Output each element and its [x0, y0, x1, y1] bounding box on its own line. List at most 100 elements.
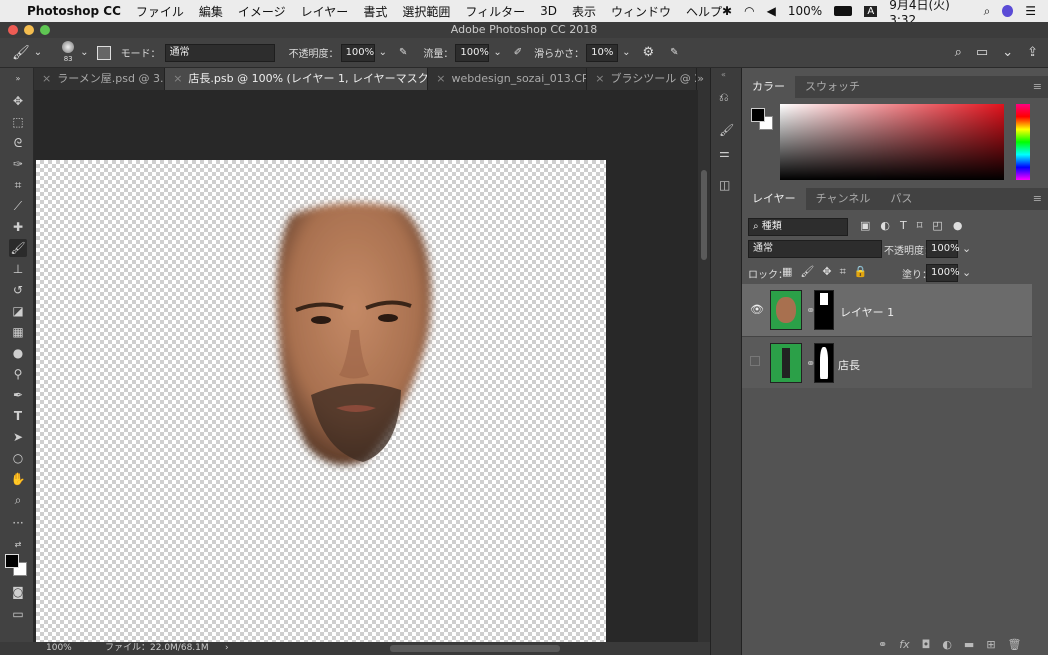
tab-webdesign-cr2[interactable]: × webdesign_sozai_013.CR2: [428, 68, 588, 90]
brush-tool-preset-icon[interactable]: 🖌: [12, 45, 30, 61]
flow-field[interactable]: 100%: [455, 43, 490, 62]
tab-tencho-psb[interactable]: × 店長.psb @ 100% (レイヤー 1, レイヤーマスク/8) *: [165, 68, 429, 90]
path-selection-tool-icon[interactable]: ➤: [9, 428, 27, 446]
collapse-arrows-icon[interactable]: «: [721, 70, 726, 79]
link-layers-icon[interactable]: ⚭: [878, 638, 887, 651]
menu-select[interactable]: 選択範囲: [402, 3, 450, 20]
minimize-window-button[interactable]: [24, 25, 34, 35]
notification-center-icon[interactable]: ☰: [1025, 4, 1036, 18]
layer-opacity-field[interactable]: 100%: [926, 240, 960, 258]
scrollbar-thumb[interactable]: [701, 170, 707, 260]
shape-tool-icon[interactable]: ○: [9, 449, 27, 467]
menu-help[interactable]: ヘルプ: [686, 3, 722, 20]
status-menu-arrow[interactable]: ›: [225, 642, 229, 655]
dodge-tool-icon[interactable]: ⚲: [9, 365, 27, 383]
mode-select[interactable]: 通常: [164, 43, 275, 62]
close-icon[interactable]: ×: [436, 72, 445, 85]
tab-paths[interactable]: パス: [880, 188, 922, 210]
vertical-scrollbar[interactable]: [698, 90, 710, 642]
filter-shape-icon[interactable]: ⌑: [917, 219, 923, 232]
filter-adjustment-icon[interactable]: ◐: [880, 219, 890, 232]
swap-colors-icon[interactable]: ⇄: [9, 536, 27, 554]
lock-artboard-icon[interactable]: ⌗: [840, 265, 846, 279]
filter-smart-object-icon[interactable]: ◰: [932, 219, 942, 232]
crop-tool-icon[interactable]: ⌗: [9, 176, 27, 194]
search-icon[interactable]: ⌕: [955, 45, 962, 60]
menu-file[interactable]: ファイル: [136, 3, 184, 20]
pressure-size-icon[interactable]: ✎: [670, 47, 678, 58]
zoom-level[interactable]: 100%: [46, 642, 72, 655]
eyedropper-tool-icon[interactable]: ⟋: [9, 197, 27, 215]
gear-icon[interactable]: ⚙: [643, 45, 655, 60]
close-icon[interactable]: ×: [595, 72, 604, 85]
type-tool-icon[interactable]: T: [9, 407, 27, 425]
panel-menu-icon[interactable]: ≡: [1033, 188, 1048, 210]
marquee-tool-icon[interactable]: ⬚: [9, 113, 27, 131]
adjustments-panel-icon[interactable]: ⚌: [719, 146, 730, 160]
battery-icon[interactable]: [834, 6, 853, 16]
tab-channels[interactable]: チャンネル: [806, 188, 881, 210]
document-window[interactable]: [34, 90, 698, 642]
layer-mask-thumbnail[interactable]: [814, 290, 834, 330]
lock-image-icon[interactable]: 🖌: [800, 265, 814, 279]
chevron-down-icon[interactable]: ⌄: [1002, 45, 1013, 60]
chevron-down-icon[interactable]: ⌄: [622, 47, 630, 58]
layer-thumbnail[interactable]: [770, 290, 802, 330]
lock-transparency-icon[interactable]: ▦: [782, 265, 792, 279]
menu-3d[interactable]: 3D: [540, 4, 557, 18]
tab-color[interactable]: カラー: [742, 76, 795, 98]
layer-fill-field[interactable]: 100%: [926, 264, 960, 282]
quick-mask-icon[interactable]: ◙: [9, 583, 27, 601]
blur-tool-icon[interactable]: ●: [9, 344, 27, 362]
siri-icon[interactable]: [1002, 5, 1014, 17]
menu-view[interactable]: 表示: [572, 3, 596, 20]
trash-icon[interactable]: 🗑: [1008, 638, 1022, 651]
wifi-icon[interactable]: ◠: [744, 4, 754, 18]
pressure-opacity-icon[interactable]: ✎: [399, 47, 407, 58]
clone-stamp-tool-icon[interactable]: ⊥: [9, 260, 27, 278]
foreground-color-swatch[interactable]: [5, 554, 19, 568]
menu-edit[interactable]: 編集: [199, 3, 223, 20]
workspace-icon[interactable]: ▭: [976, 45, 988, 60]
horizontal-scrollbar[interactable]: [390, 645, 560, 652]
tab-swatches[interactable]: スウォッチ: [795, 76, 870, 98]
chevron-down-icon[interactable]: ⌄: [962, 242, 971, 255]
history-brush-tool-icon[interactable]: ↺: [9, 281, 27, 299]
more-tools-icon[interactable]: ···: [9, 514, 27, 532]
canvas[interactable]: [36, 160, 606, 642]
gradient-tool-icon[interactable]: ▦: [9, 323, 27, 341]
search-icon[interactable]: ⌕: [984, 4, 991, 19]
adjustment-layer-icon[interactable]: ◐: [942, 638, 952, 651]
brush-size-picker[interactable]: 83: [60, 41, 76, 64]
close-icon[interactable]: ×: [173, 72, 182, 85]
new-layer-icon[interactable]: ⊞: [986, 638, 995, 651]
layer-name[interactable]: レイヤー 1: [840, 304, 894, 320]
menu-filter[interactable]: フィルター: [465, 3, 525, 20]
tab-layers[interactable]: レイヤー: [742, 188, 806, 210]
filter-type-icon[interactable]: T: [900, 219, 907, 232]
airbrush-icon[interactable]: ✐: [514, 47, 522, 58]
filter-toggle-icon[interactable]: ●: [953, 219, 963, 232]
eye-icon[interactable]: 👁: [750, 303, 764, 316]
layer-style-icon[interactable]: fx: [899, 638, 909, 651]
lock-all-icon[interactable]: 🔒: [854, 265, 868, 279]
zoom-tool-icon[interactable]: ⌕: [9, 491, 27, 509]
brush-tool-icon[interactable]: 🖌: [9, 239, 27, 257]
volume-icon[interactable]: ◀: [767, 4, 776, 18]
smoothing-field[interactable]: 10%: [586, 43, 619, 62]
hand-tool-icon[interactable]: ✋: [9, 470, 27, 488]
screen-mode-icon[interactable]: ▭: [9, 605, 27, 623]
panel-menu-icon[interactable]: ≡: [1033, 76, 1048, 98]
opacity-field[interactable]: 100%: [340, 43, 375, 62]
layer-filter-select[interactable]: ⌕ 種類: [748, 218, 848, 236]
history-panel-icon[interactable]: ⎌: [719, 90, 729, 105]
layer-thumbnail[interactable]: [770, 343, 802, 383]
foreground-color-swatch[interactable]: [751, 108, 765, 122]
quick-select-tool-icon[interactable]: ✑: [9, 155, 27, 173]
chevron-down-icon[interactable]: ⌄: [493, 47, 501, 58]
close-window-button[interactable]: [8, 25, 18, 35]
chevron-down-icon[interactable]: ⌄: [962, 266, 971, 279]
menu-type[interactable]: 書式: [363, 3, 387, 20]
menu-window[interactable]: ウィンドウ: [611, 3, 671, 20]
healing-brush-tool-icon[interactable]: ✚: [9, 218, 27, 236]
